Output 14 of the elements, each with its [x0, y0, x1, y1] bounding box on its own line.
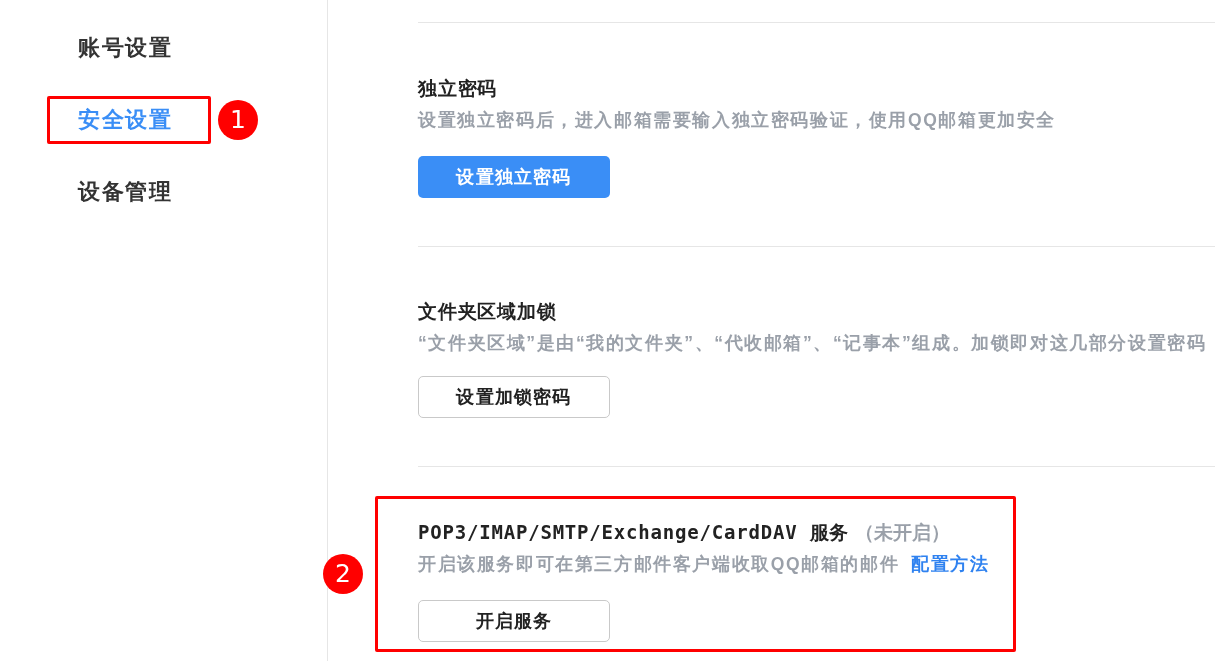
section-title: POP3/IMAP/SMTP/Exchange/CardDAV 服务 [418, 520, 850, 544]
section-title: 独立密码 [418, 76, 498, 100]
step-number-badge: 1 [218, 100, 258, 140]
section-description: 开启该服务即可在第三方邮件客户端收取QQ邮箱的邮件 配置方法 [418, 553, 991, 576]
step-number-badge: 2 [323, 554, 363, 594]
section-description: 设置独立密码后，进入邮箱需要输入独立密码验证，使用QQ邮箱更加安全 [418, 109, 1058, 132]
setup-guide-link[interactable]: 配置方法 [911, 554, 990, 574]
sidebar-item[interactable]: 设备管理 [78, 168, 172, 216]
section-title: 文件夹区域加锁 [418, 299, 557, 323]
status-label: （未开启） [855, 521, 951, 545]
section-button[interactable]: 开启服务 [418, 600, 610, 642]
section-button[interactable]: 设置加锁密码 [418, 376, 610, 418]
section-description: “文件夹区域”是由“我的文件夹”、“代收邮箱”、“记事本”组成。加锁即对这几部分设置密码 [418, 332, 1208, 355]
sidebar-item[interactable]: 账号设置 [78, 24, 172, 72]
